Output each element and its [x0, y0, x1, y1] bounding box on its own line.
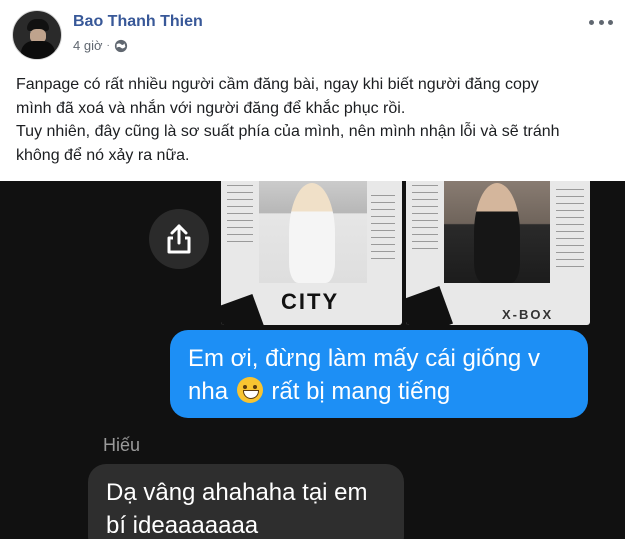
more-dot — [598, 19, 604, 25]
card-title: X-BOX — [502, 307, 554, 322]
post-meta: 4 giờ · — [73, 38, 128, 53]
post-text-line: Tuy nhiên, đây cũng là sơ suất phía của … — [16, 123, 560, 140]
incoming-sender-name: Hiếu — [103, 435, 141, 455]
message-text: rất bị mang tiếng — [271, 378, 451, 405]
card-fine-print — [556, 189, 584, 269]
card-torn-edge — [221, 293, 267, 325]
grinning-sweat-emoji-icon — [236, 377, 263, 403]
more-dot — [589, 19, 594, 25]
card-photo — [259, 181, 367, 283]
card-title: CITY — [281, 289, 340, 314]
outgoing-message-bubble: Em ơi, đừng làm mấy cái giống v nha rất … — [170, 330, 588, 418]
share-icon — [167, 224, 191, 254]
card-model — [474, 183, 520, 283]
post-text-line: Fanpage có rất nhiều người cầm đăng bài,… — [16, 76, 539, 93]
author-name[interactable]: Bao Thanh Thien — [73, 13, 203, 31]
message-line: nha rất bị mang tiếng — [188, 375, 570, 408]
post-header: Bao Thanh Thien 4 giờ · — [0, 0, 625, 70]
card-fine-print — [412, 185, 438, 255]
share-button[interactable] — [149, 209, 209, 269]
more-options-icon[interactable] — [589, 14, 613, 30]
card-fine-print — [371, 195, 395, 265]
incoming-message-bubble: Dạ vâng ahahaha tại em bí ideaaaaaaa — [88, 464, 404, 539]
more-dot — [608, 19, 613, 25]
card-photo — [444, 181, 550, 283]
avatar-body — [21, 41, 55, 59]
card-model — [289, 183, 335, 283]
message-text: nha — [188, 378, 229, 405]
meta-separator: · — [106, 40, 110, 51]
post-text-line: không để nó xảy ra nữa. — [16, 146, 190, 164]
message-line: Em ơi, đừng làm mấy cái giống v — [188, 345, 540, 372]
message-line: bí ideaaaaaaa — [106, 512, 259, 539]
fashion-card-right: X-BOX — [406, 181, 590, 325]
post-image[interactable]: CITY X-BOX Em ơi, đừng làm mấy cái giống… — [0, 181, 625, 539]
post-time[interactable]: 4 giờ — [73, 38, 103, 53]
message-line: Dạ vâng ahahaha tại em — [106, 479, 368, 506]
post-text: Fanpage có rất nhiều người cầm đăng bài,… — [16, 73, 616, 167]
author-avatar[interactable] — [12, 10, 62, 60]
globe-icon[interactable] — [114, 39, 128, 53]
fashion-card-left: CITY — [221, 181, 402, 325]
card-fine-print — [227, 185, 253, 245]
card-torn-edge — [406, 285, 454, 325]
post-text-line: mình đã xoá và nhắn với người đăng để kh… — [16, 99, 406, 117]
